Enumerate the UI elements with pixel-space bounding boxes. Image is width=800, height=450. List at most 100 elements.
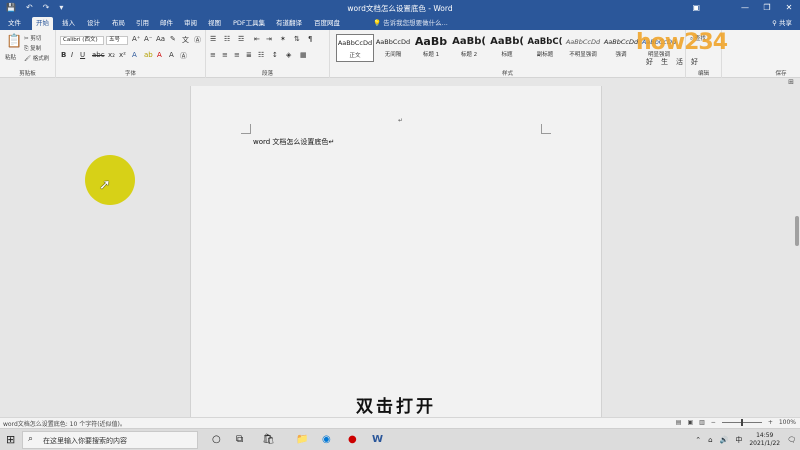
tab-baidu-netdisk[interactable]: 百度网盘 — [310, 17, 344, 30]
tab-layout[interactable]: 布局 — [108, 17, 129, 30]
shading-icon[interactable]: ◈ — [286, 51, 291, 59]
ribbon-display-icon[interactable]: ▣ — [692, 3, 700, 12]
vertical-scrollbar[interactable] — [794, 86, 800, 417]
notification-icon[interactable]: 🗨 — [787, 436, 796, 444]
zoom-slider[interactable] — [721, 419, 762, 426]
clipboard-group: 📋 粘贴 ✂ 剪切 ⎘ 复制 🖌 格式刷 剪贴板 — [0, 30, 56, 78]
zoom-out-icon[interactable]: − — [711, 419, 716, 426]
task-view-icon[interactable]: ⧉ — [236, 433, 243, 447]
group-label: 段落 — [261, 71, 273, 77]
font-size-select[interactable]: 五号 — [106, 36, 128, 45]
tab-file[interactable]: 文件 — [4, 17, 25, 30]
bullets-icon[interactable]: ☰ — [210, 35, 216, 43]
tell-me-search[interactable]: 💡 告诉我您想要做什么... — [373, 17, 448, 29]
superscript-icon[interactable]: x² — [119, 51, 126, 59]
windows-start-icon[interactable]: ⊞ — [6, 433, 15, 446]
tab-mailings[interactable]: 邮件 — [156, 17, 177, 30]
tab-design[interactable]: 设计 — [83, 17, 104, 30]
style-subtle-emphasis[interactable]: AaBbCcDd 不明显强调 — [564, 34, 602, 62]
justify-icon[interactable]: ≣ — [246, 51, 252, 59]
zoom-in-icon[interactable]: + — [768, 419, 773, 426]
paste-icon[interactable]: 📋 — [6, 34, 22, 49]
word-icon[interactable]: W — [372, 433, 383, 447]
network-icon[interactable]: ⌂ — [708, 436, 712, 444]
increase-indent-icon[interactable]: ⇥ — [266, 35, 272, 43]
italic-icon[interactable]: I — [71, 51, 73, 59]
decrease-indent-icon[interactable]: ⇤ — [254, 35, 260, 43]
paragraph-mark: ↵ — [328, 138, 335, 146]
print-layout-icon[interactable]: ▣ — [687, 419, 693, 426]
store-icon[interactable]: 🛍 — [262, 433, 275, 447]
bold-icon[interactable]: B — [61, 51, 66, 59]
char-shading-icon[interactable]: A — [169, 51, 174, 59]
style-heading-2[interactable]: AaBb( 标题 2 — [450, 34, 488, 62]
numbering-icon[interactable]: ☷ — [224, 35, 230, 43]
restore-button[interactable]: ❐ — [756, 0, 778, 16]
style-no-spacing[interactable]: AaBbCcDd 无间隔 — [374, 34, 412, 62]
document-text[interactable]: word 文档怎么设置底色↵ — [253, 137, 334, 147]
recorder-icon[interactable]: ● — [348, 433, 357, 447]
zoom-level[interactable]: 100% — [779, 419, 796, 426]
tab-insert[interactable]: 插入 — [58, 17, 79, 30]
web-layout-icon[interactable]: ▥ — [699, 419, 705, 426]
style-emphasis[interactable]: AaBbCcDd 强调 — [602, 34, 640, 62]
enclose-char-icon[interactable]: Ⓐ — [194, 35, 201, 45]
cortana-icon[interactable]: ○ — [212, 433, 221, 447]
clock[interactable]: 14:59 2021/1/22 — [749, 432, 780, 448]
paste-button[interactable]: 粘贴 — [5, 53, 16, 61]
font-color-icon[interactable]: A — [157, 51, 162, 59]
share-button[interactable]: ⚲ 共享 — [772, 17, 792, 29]
taskbar-search[interactable]: ⌕ 在这里输入你要搜索的内容 — [22, 431, 198, 449]
underline-icon[interactable]: U — [80, 51, 85, 59]
tab-references[interactable]: 引用 — [132, 17, 153, 30]
align-left-icon[interactable]: ≡ — [210, 51, 216, 59]
read-mode-icon[interactable]: ▤ — [676, 419, 682, 426]
document-page[interactable]: ↵ word 文档怎么设置底色↵ 双击打开 — [190, 86, 602, 417]
style-title[interactable]: AaBb( 标题 — [488, 34, 526, 62]
scrollbar-thumb[interactable] — [795, 216, 799, 246]
line-spacing-icon[interactable]: ↕ — [272, 51, 278, 59]
tab-pdf-tools[interactable]: PDF工具集 — [229, 17, 269, 30]
multilevel-list-icon[interactable]: ☲ — [238, 35, 244, 43]
volume-icon[interactable]: 🔊 — [720, 436, 729, 444]
style-normal[interactable]: AaBbCcDd 正文 — [336, 34, 374, 62]
ime-indicator[interactable]: 中 — [735, 435, 742, 445]
close-button[interactable]: ✕ — [778, 0, 800, 16]
tray-overflow-icon[interactable]: ⌃ — [695, 436, 701, 444]
copy-button[interactable]: ⎘ 复制 — [24, 44, 41, 53]
font-name-select[interactable]: Calibri (西文) — [60, 36, 104, 45]
strikethrough-icon[interactable]: abc — [92, 51, 105, 59]
sort-icon[interactable]: ⇅ — [294, 35, 300, 43]
change-case-icon[interactable]: Aa — [156, 35, 165, 43]
borders-icon[interactable]: ▦ — [300, 51, 307, 59]
clear-format-icon[interactable]: ✎ — [170, 35, 176, 43]
char-border-icon[interactable]: Ⓐ — [180, 51, 187, 61]
format-painter-button[interactable]: 🖌 格式刷 — [24, 54, 49, 62]
styles-group: AaBbCcDd 正文 AaBbCcDd 无间隔 AaBb 标题 1 AaBb(… — [330, 30, 686, 78]
chinese-layout-icon[interactable]: ✶ — [280, 35, 286, 43]
tab-view[interactable]: 视图 — [204, 17, 225, 30]
style-subtitle[interactable]: AaBbC( 副标题 — [526, 34, 564, 62]
clock-date: 2021/1/22 — [749, 440, 781, 447]
show-marks-icon[interactable]: ¶ — [308, 35, 312, 43]
ruler-toggle-icon[interactable]: ⊞ — [788, 78, 794, 86]
minimize-button[interactable]: — — [734, 0, 756, 16]
align-center-icon[interactable]: ≡ — [222, 51, 228, 59]
edge-icon[interactable]: ◉ — [322, 433, 331, 447]
file-explorer-icon[interactable]: 📁 — [296, 433, 308, 447]
phonetic-guide-icon[interactable]: 文 — [182, 35, 189, 45]
zoom-slider-knob[interactable] — [740, 419, 743, 426]
text-effects-icon[interactable]: A — [132, 51, 137, 59]
status-text: word文档怎么设置底色: 10 个字符(近似值)。 — [3, 421, 126, 428]
subscript-icon[interactable]: x₂ — [108, 51, 115, 59]
cut-button[interactable]: ✂ 剪切 — [24, 34, 41, 42]
style-heading-1[interactable]: AaBb 标题 1 — [412, 34, 450, 62]
align-right-icon[interactable]: ≡ — [234, 51, 240, 59]
tab-home[interactable]: 开始 — [32, 17, 53, 30]
distributed-icon[interactable]: ☷ — [258, 51, 264, 59]
tab-youdao[interactable]: 有道翻译 — [272, 17, 306, 30]
tab-review[interactable]: 审阅 — [180, 17, 201, 30]
grow-font-icon[interactable]: A⁺ — [132, 35, 140, 43]
highlight-icon[interactable]: ab — [144, 51, 153, 59]
shrink-font-icon[interactable]: A⁻ — [144, 35, 152, 43]
